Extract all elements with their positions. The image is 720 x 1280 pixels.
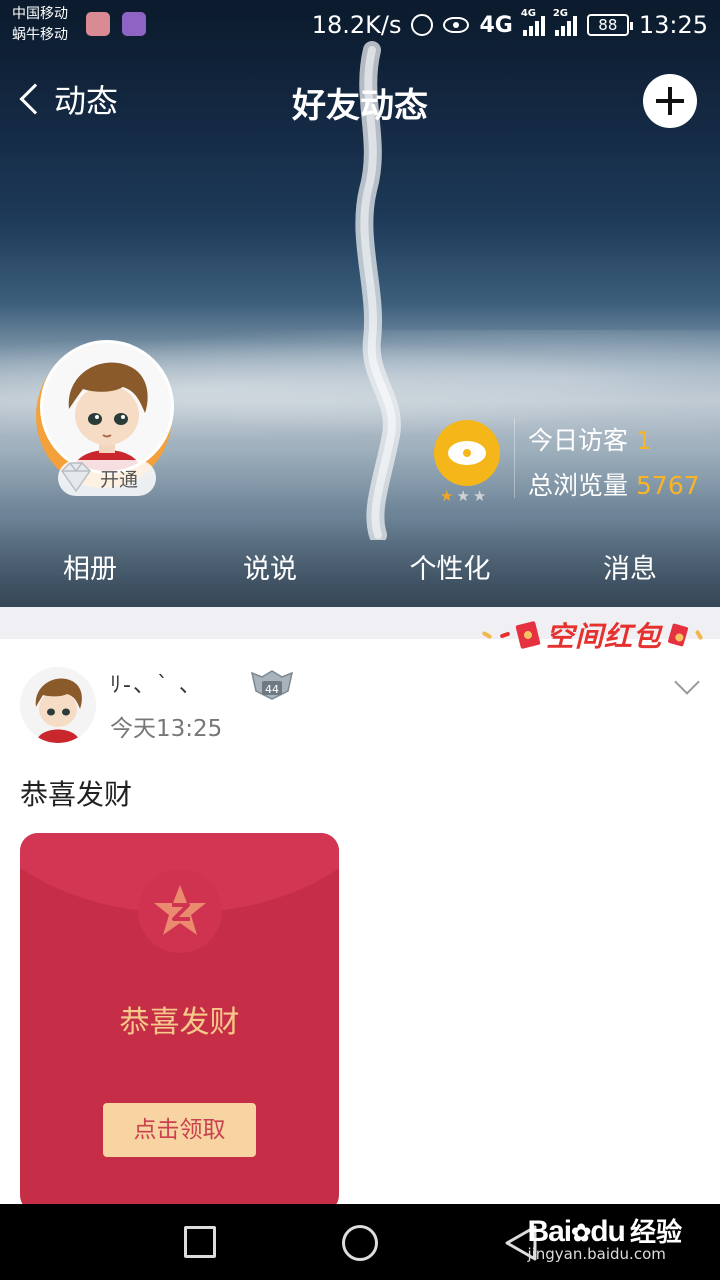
watermark-url: jingyan.baidu.com [527,1245,666,1263]
visitor-stats[interactable]: 今日访客 1 总浏览量 5767 [528,418,700,508]
notification-app-icon [86,12,110,36]
cover-background[interactable]: 中国移动 蜗牛移动 18.2K/s 4G 4G 2G 88 13:25 动态 好… [0,0,720,607]
divider [514,418,515,498]
post-author-name[interactable]: ﾘ-、ˋ 、 [110,667,203,699]
jingyan-text: 经验 [629,1218,682,1248]
cartoon-boy-icon [20,667,96,743]
confetti-icon [499,631,511,639]
page-title: 好友动态 [292,86,428,126]
tab-messages[interactable]: 消息 [540,540,720,600]
star-icon: ★ [440,487,454,505]
today-visitors-label: 今日访客 [528,426,629,455]
banner-title: 空间红包 [545,620,662,653]
star-icon: ★ [456,487,470,505]
today-visitors-row: 今日访客 1 [528,418,700,463]
visitor-level-stars: ★ ★ ★ [440,487,486,505]
signal-2g-icon: 2G [553,8,577,36]
total-views-label: 总浏览量 [528,471,629,500]
paw-icon: ✿ [571,1220,591,1247]
total-views-row: 总浏览量 5767 [528,463,700,508]
confetti-icon [694,629,704,641]
red-envelope-icon [667,623,689,647]
level-number: 44 [265,683,279,696]
eye-comfort-icon [443,17,470,33]
signal-2g-label: 2G [552,8,568,19]
post-time: 今天13:25 [110,716,223,742]
qzone-star-icon [154,885,206,935]
battery-icon: 88 [586,14,633,36]
clock: 13:25 [638,11,708,39]
recent-apps-icon[interactable] [184,1226,216,1258]
feed-post: ﾘ-、ˋ 、 44 今天13:25 恭喜发财 恭喜发财 点击领取 [0,639,720,1213]
alarm-icon [411,14,434,36]
signal-4g-icon: 4G [521,8,545,36]
home-icon[interactable] [342,1225,378,1261]
tab-personalize[interactable]: 个性化 [360,540,540,600]
nav-bar: 动态 好友动态 [0,62,720,138]
tab-album[interactable]: 相册 [0,540,180,600]
vip-open-badge[interactable]: 开通 [58,460,156,496]
cartoon-boy-icon [43,343,171,471]
add-button[interactable] [643,74,697,128]
redpacket-title: 恭喜发财 [119,1005,240,1040]
carrier-2: 蜗牛移动 [12,27,68,43]
level-badge-icon: 44 [250,670,294,700]
carrier-info: 中国移动 蜗牛移动 [12,4,68,46]
network-speed: 18.2K/s [311,11,402,39]
carrier-1: 中国移动 [12,6,68,22]
post-author-avatar[interactable] [20,667,96,743]
today-visitors-count: 1 [636,426,652,455]
star-icon: ★ [472,487,487,505]
system-navigation-bar: Bai✿du 经验 jingyan.baidu.com [0,1204,720,1280]
redpacket-card[interactable]: 恭喜发财 点击领取 [20,833,339,1213]
total-views-count: 5767 [636,471,700,500]
profile-avatar[interactable] [36,340,176,488]
vip-label: 开通 [100,468,139,491]
avatar-image [40,340,174,474]
signal-4g-label: 4G [520,8,536,19]
space-redpacket-banner[interactable]: 空间红包 [481,612,720,658]
confetti-icon [481,630,493,640]
profile-tabs: 相册 说说 个性化 消息 [0,540,720,600]
status-bar: 中国移动 蜗牛移动 18.2K/s 4G 4G 2G 88 13:25 [0,0,720,50]
post-text: 恭喜发财 [20,778,133,811]
baidu-jingyan-watermark: Bai✿du 经验 jingyan.baidu.com [527,1212,682,1263]
visitor-eye-icon[interactable] [434,420,500,486]
red-envelope-icon [515,620,541,650]
gallery-app-icon [122,12,146,36]
network-type: 4G [479,12,513,38]
baidu-logo-text: Bai✿du [527,1215,625,1248]
chevron-down-icon[interactable] [674,669,700,695]
claim-button[interactable]: 点击领取 [103,1103,256,1157]
diamond-icon [61,462,91,493]
tab-shuoshuo[interactable]: 说说 [180,540,360,600]
